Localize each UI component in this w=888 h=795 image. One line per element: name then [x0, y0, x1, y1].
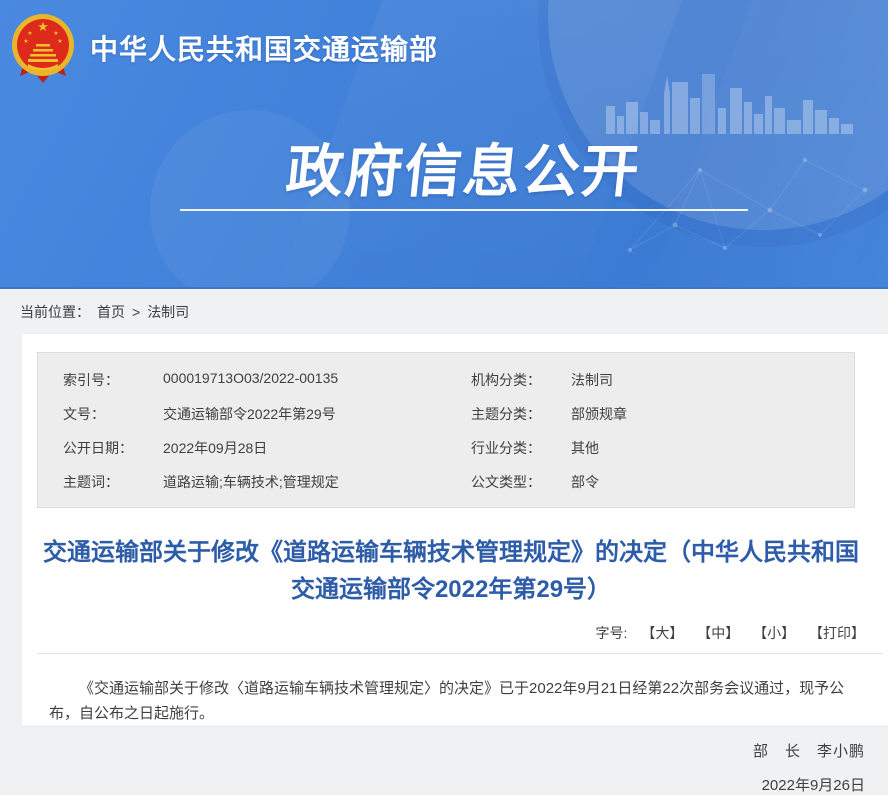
meta-value: 部颁规章 — [571, 404, 627, 424]
metadata-left-column: 索引号： 000019713O03/2022-00135 文号： 交通运输部令2… — [38, 363, 446, 499]
meta-label: 公开日期： — [63, 438, 163, 458]
national-emblem-icon[interactable]: ★ ★ ★ ★ ★ — [10, 12, 76, 84]
meta-row-org-category: 机构分类： 法制司 — [446, 363, 854, 397]
meta-label: 主题词： — [63, 472, 163, 492]
meta-row-publish-date: 公开日期： 2022年09月28日 — [38, 431, 446, 465]
publish-date: 2022年9月26日 — [37, 774, 865, 795]
font-size-medium-button[interactable]: 【中】 — [697, 625, 739, 641]
breadcrumb-separator: > — [132, 304, 140, 320]
meta-label: 行业分类： — [471, 438, 571, 458]
title-divider — [37, 653, 883, 654]
font-size-large-button[interactable]: 【大】 — [641, 625, 683, 641]
meta-row-index-number: 索引号： 000019713O03/2022-00135 — [38, 363, 446, 397]
font-size-label: 字号: — [596, 625, 628, 641]
breadcrumb-home-link[interactable]: 首页 — [97, 302, 125, 322]
city-skyline-graphic — [606, 72, 856, 134]
page-header: ★ ★ ★ ★ ★ 中华人民共和国交通运输部 政府信息公开 — [0, 0, 888, 289]
breadcrumb-label: 当前位置： — [20, 302, 90, 322]
meta-value: 道路运输;车辆技术;管理规定 — [163, 472, 339, 492]
article-title: 交通运输部关于修改《道路运输车辆技术管理规定》的决定（中华人民共和国交通运输部令… — [37, 534, 865, 608]
meta-row-doc-number: 文号： 交通运输部令2022年第29号 — [38, 397, 446, 431]
meta-row-doc-type: 公文类型： 部令 — [446, 465, 854, 499]
svg-text:★: ★ — [37, 19, 49, 34]
meta-label: 文号： — [63, 404, 163, 424]
metadata-table: 索引号： 000019713O03/2022-00135 文号： 交通运输部令2… — [37, 352, 855, 508]
svg-text:★: ★ — [57, 38, 62, 45]
meta-label: 索引号： — [63, 370, 163, 390]
article-body: 《交通运输部关于修改〈道路运输车辆技术管理规定〉的决定》已于2022年9月21日… — [37, 676, 865, 726]
breadcrumb-current[interactable]: 法制司 — [147, 302, 189, 322]
print-button[interactable]: 【打印】 — [809, 625, 865, 641]
font-size-small-button[interactable]: 【小】 — [753, 625, 795, 641]
meta-value: 其他 — [571, 438, 599, 458]
meta-row-keywords: 主题词： 道路运输;车辆技术;管理规定 — [38, 465, 446, 499]
meta-row-industry-category: 行业分类： 其他 — [446, 431, 854, 465]
meta-label: 公文类型： — [471, 472, 571, 492]
meta-label: 机构分类： — [471, 370, 571, 390]
meta-value: 000019713O03/2022-00135 — [163, 370, 338, 390]
meta-value: 部令 — [571, 472, 599, 492]
meta-value: 法制司 — [571, 370, 613, 390]
metadata-right-column: 机构分类： 法制司 主题分类： 部颁规章 行业分类： 其他 公文类型： 部令 — [446, 363, 854, 499]
site-bar: ★ ★ ★ ★ ★ 中华人民共和国交通运输部 — [10, 12, 438, 84]
meta-label: 主题分类： — [471, 404, 571, 424]
banner-title: 政府信息公开 — [176, 126, 753, 208]
font-size-controls: 字号: 【大】 【中】 【小】 【打印】 — [37, 623, 865, 643]
svg-text:★: ★ — [53, 30, 58, 37]
banner-underline — [180, 209, 748, 211]
content-card: 索引号： 000019713O03/2022-00135 文号： 交通运输部令2… — [22, 334, 888, 725]
breadcrumb: 当前位置： 首页 > 法制司 — [0, 289, 888, 334]
meta-value: 交通运输部令2022年第29号 — [163, 404, 336, 424]
svg-text:★: ★ — [27, 30, 32, 37]
meta-value: 2022年09月28日 — [163, 438, 267, 458]
signature: 部 长 李小鹏 — [37, 740, 865, 761]
svg-text:★: ★ — [23, 38, 28, 45]
site-title[interactable]: 中华人民共和国交通运输部 — [90, 28, 438, 68]
meta-row-topic-category: 主题分类： 部颁规章 — [446, 397, 854, 431]
